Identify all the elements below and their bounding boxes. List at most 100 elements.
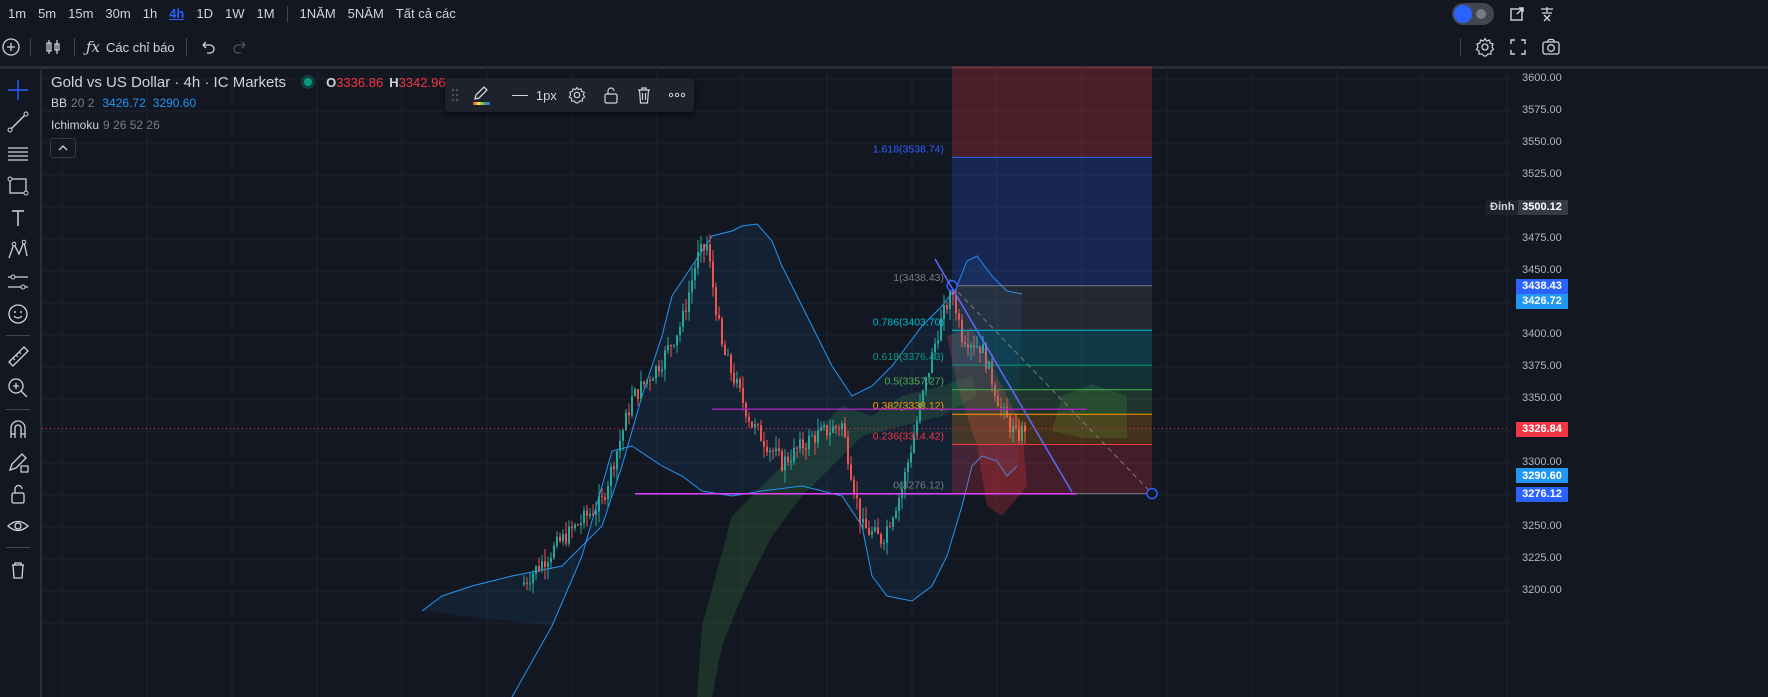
bb-legend-row[interactable]: BB 20 2 3426.72 3290.60 bbox=[50, 92, 480, 114]
chart-legend: Gold vs US Dollar · 4h · IC Markets O333… bbox=[50, 72, 480, 158]
indicators-button[interactable]: ƒx Các chỉ báo bbox=[86, 32, 175, 62]
price-axis[interactable]: 3600.00 3575.00 3550.00 3525.00 3475.00 3450.… bbox=[1510, 66, 1768, 697]
more-options-button[interactable] bbox=[661, 78, 694, 112]
candle-body bbox=[559, 536, 561, 542]
crosshair-icon[interactable] bbox=[4, 76, 32, 104]
price-tick: 3475.00 bbox=[1522, 232, 1562, 244]
candle-body bbox=[640, 381, 642, 399]
candle-body bbox=[817, 430, 819, 443]
candle-body bbox=[802, 439, 804, 449]
fib-level-label: 0(3276.12) bbox=[893, 480, 944, 492]
delete-drawing-button[interactable] bbox=[627, 78, 660, 112]
lock-drawings-icon[interactable] bbox=[4, 480, 32, 508]
candle-body bbox=[565, 533, 567, 544]
candles-icon[interactable] bbox=[44, 38, 62, 56]
candle-body bbox=[787, 456, 789, 462]
drawing-settings-button[interactable] bbox=[561, 78, 594, 112]
ruler-icon[interactable] bbox=[4, 342, 32, 370]
popout-icon[interactable] bbox=[1509, 6, 1525, 22]
undo-icon[interactable] bbox=[199, 39, 215, 55]
separator bbox=[6, 409, 30, 410]
shapes-icon[interactable] bbox=[4, 172, 32, 200]
candle-body bbox=[538, 566, 540, 571]
sun-icon bbox=[1476, 9, 1486, 19]
candle-body bbox=[616, 451, 618, 470]
lock-drawing-button[interactable] bbox=[594, 78, 627, 112]
timeframe-1h[interactable]: 1h bbox=[137, 0, 163, 28]
separator bbox=[74, 38, 75, 56]
candle-body bbox=[604, 496, 606, 500]
candle-body bbox=[664, 350, 666, 370]
add-symbol-icon[interactable] bbox=[2, 38, 20, 56]
candle-body bbox=[553, 545, 555, 558]
timeframe-1W[interactable]: 1W bbox=[219, 0, 251, 28]
redo-icon[interactable] bbox=[233, 39, 249, 55]
timeframe-30m[interactable]: 30m bbox=[99, 0, 136, 28]
candle-body bbox=[727, 354, 729, 356]
price-tick: 3450.00 bbox=[1522, 264, 1562, 276]
price-tick: 3375.00 bbox=[1522, 360, 1562, 372]
candle-body bbox=[658, 366, 660, 372]
fib-zone bbox=[952, 66, 1152, 158]
timeframe-15m[interactable]: 15m bbox=[62, 0, 99, 28]
forecast-icon[interactable] bbox=[4, 268, 32, 296]
trash-icon[interactable] bbox=[4, 556, 32, 584]
candle-body bbox=[601, 495, 603, 497]
candle-body bbox=[796, 447, 798, 449]
candle-body bbox=[757, 424, 759, 426]
line-width-button[interactable]: 1px bbox=[498, 78, 561, 112]
emoji-icon[interactable] bbox=[4, 300, 32, 328]
candle-body bbox=[772, 450, 774, 452]
timeframe-1m[interactable]: 1m bbox=[2, 0, 32, 28]
ichimoku-legend-row[interactable]: Ichimoku 9 26 52 26 bbox=[50, 114, 480, 136]
patterns-icon[interactable] bbox=[4, 236, 32, 264]
candle-body bbox=[586, 510, 588, 516]
candle-body bbox=[835, 426, 837, 428]
price-tick: 3225.00 bbox=[1522, 552, 1562, 564]
fib-anchor-handle[interactable] bbox=[1146, 487, 1158, 500]
price-tick: 3600.00 bbox=[1522, 72, 1562, 84]
settings-icon[interactable] bbox=[1475, 37, 1495, 57]
candle-body bbox=[631, 396, 633, 416]
range-2[interactable]: Tất cả các bbox=[390, 0, 462, 28]
text-icon[interactable] bbox=[4, 204, 32, 232]
candle-body bbox=[877, 527, 879, 534]
fib-tool-icon[interactable] bbox=[4, 140, 32, 168]
candle-body bbox=[742, 387, 744, 404]
zoom-icon[interactable] bbox=[4, 374, 32, 402]
candle-body bbox=[592, 513, 594, 515]
candle-body bbox=[709, 244, 711, 262]
fullscreen-icon[interactable] bbox=[1509, 38, 1527, 56]
separator bbox=[1460, 38, 1461, 56]
symbol-title[interactable]: Gold vs US Dollar · 4h · IC Markets bbox=[51, 74, 286, 91]
timeframe-1D[interactable]: 1D bbox=[190, 0, 219, 28]
candle-body bbox=[898, 497, 900, 511]
timeframe-1M[interactable]: 1M bbox=[250, 0, 280, 28]
separator bbox=[286, 6, 288, 22]
range-1[interactable]: 5NĂM bbox=[342, 0, 390, 28]
trendline-icon[interactable] bbox=[4, 108, 32, 136]
collapse-legend-button[interactable] bbox=[50, 138, 76, 158]
price-tick: 3400.00 bbox=[1522, 328, 1562, 340]
candle-body bbox=[625, 412, 627, 431]
drag-handle[interactable] bbox=[445, 78, 465, 112]
fib-zone bbox=[952, 389, 1152, 415]
price-chart[interactable]: 1.618(3538.74) 1(3438.43) 0.786(3403.70) 0.… bbox=[42, 66, 1510, 697]
candle-body bbox=[550, 557, 552, 563]
candle-body bbox=[577, 524, 579, 526]
visibility-icon[interactable] bbox=[4, 512, 32, 540]
lang-icon[interactable] bbox=[1538, 5, 1556, 23]
timeframe-5m[interactable]: 5m bbox=[32, 0, 62, 28]
camera-icon[interactable] bbox=[1541, 38, 1561, 56]
theme-toggle[interactable] bbox=[1452, 3, 1494, 25]
line-color-button[interactable] bbox=[465, 78, 498, 112]
chevron-up-icon bbox=[58, 145, 68, 151]
draw-mode-icon[interactable] bbox=[4, 448, 32, 476]
timeframe-4h[interactable]: 4h bbox=[163, 0, 190, 28]
candle-body bbox=[535, 566, 537, 574]
fib-zone bbox=[952, 157, 1152, 286]
magnet-icon[interactable] bbox=[4, 416, 32, 444]
moon-icon bbox=[1454, 5, 1472, 23]
candle-body bbox=[811, 435, 813, 437]
range-0[interactable]: 1NĂM bbox=[294, 0, 342, 28]
